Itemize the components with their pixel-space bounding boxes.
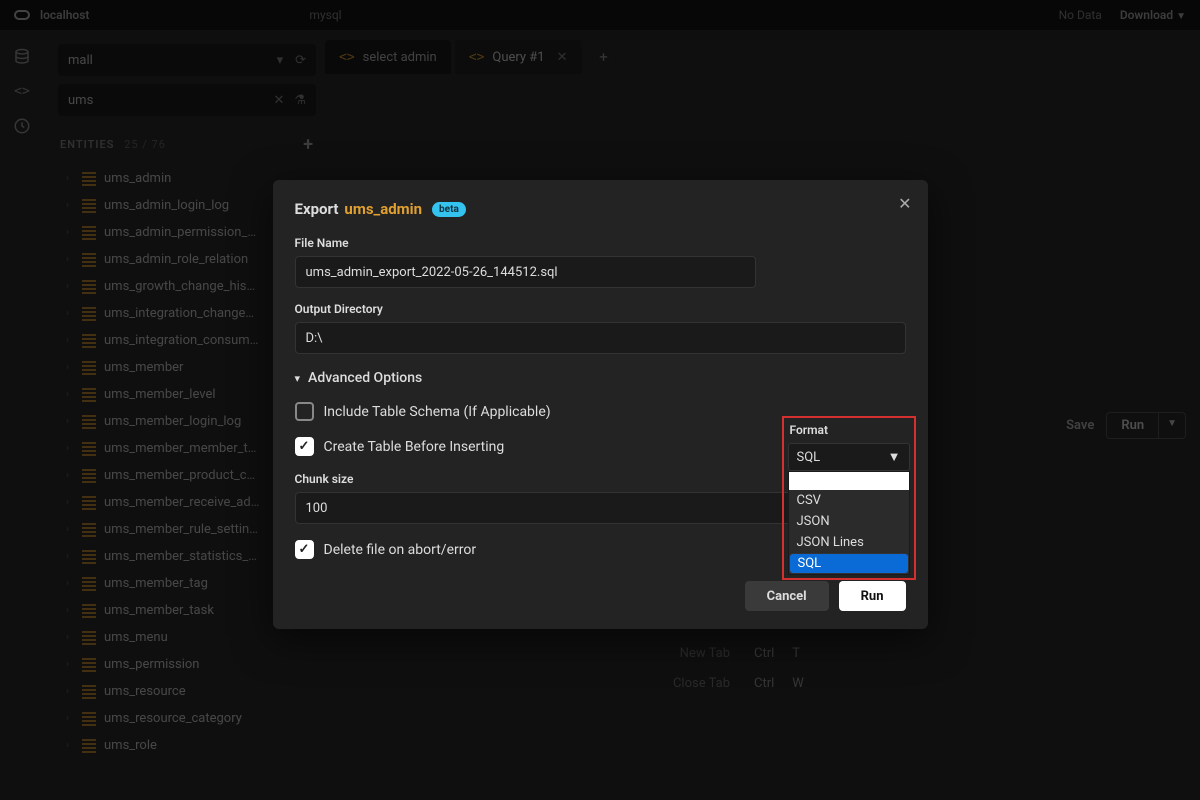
advanced-options-toggle[interactable]: ▾ Advanced Options: [295, 370, 906, 386]
cancel-button[interactable]: Cancel: [745, 581, 829, 611]
format-option-json[interactable]: JSON: [789, 511, 909, 532]
format-select[interactable]: SQL ▼: [788, 443, 910, 471]
export-run-button[interactable]: Run: [839, 581, 906, 611]
beta-badge: beta: [432, 202, 466, 217]
create-table-label: Create Table Before Inserting: [324, 439, 505, 455]
format-option-csv[interactable]: CSV: [789, 490, 909, 511]
format-dropdown: CSV JSON JSON Lines SQL: [788, 471, 910, 575]
export-dialog: ✕ Export ums_admin beta File Name ums_ad…: [273, 180, 928, 629]
create-table-checkbox[interactable]: ✓: [295, 437, 314, 456]
chevron-down-icon: ▼: [888, 449, 901, 465]
delete-on-error-label: Delete file on abort/error: [324, 542, 477, 558]
format-option-blank[interactable]: [789, 472, 909, 490]
delete-on-error-checkbox[interactable]: ✓: [295, 540, 314, 559]
file-name-input[interactable]: ums_admin_export_2022-05-26_144512.sql: [295, 256, 756, 288]
file-name-label: File Name: [295, 236, 756, 250]
output-dir-input[interactable]: D:\: [295, 322, 906, 354]
format-highlight: Format SQL ▼ CSV JSON JSON Lines SQL: [782, 416, 916, 580]
include-schema-checkbox[interactable]: [295, 402, 314, 421]
format-option-jsonlines[interactable]: JSON Lines: [789, 532, 909, 553]
include-schema-label: Include Table Schema (If Applicable): [324, 404, 551, 420]
format-label: Format: [784, 418, 914, 443]
output-dir-label: Output Directory: [295, 302, 906, 316]
format-option-sql[interactable]: SQL: [789, 553, 909, 574]
dialog-title: Export ums_admin beta: [295, 200, 906, 218]
chevron-down-icon: ▾: [295, 372, 301, 385]
dialog-close-icon[interactable]: ✕: [898, 194, 911, 213]
